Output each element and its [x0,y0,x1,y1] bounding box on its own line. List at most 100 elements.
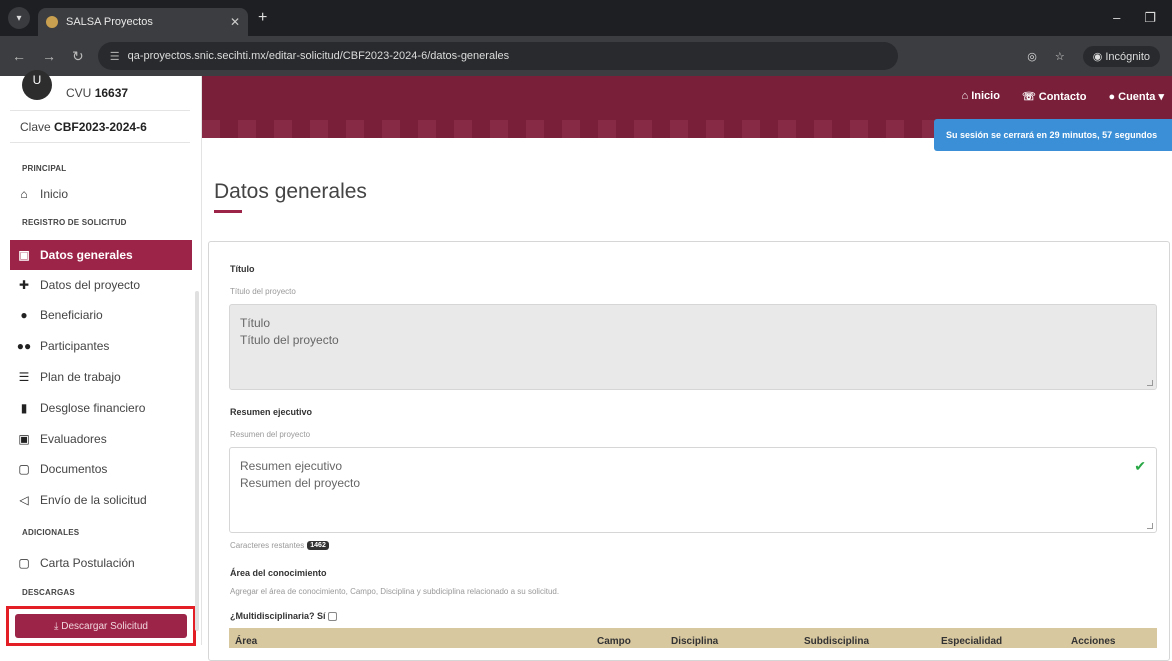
sidebar-item-documentos[interactable]: ▢ Documentos [10,454,192,484]
chars-count-badge: 1462 [307,541,329,550]
url-field[interactable]: ☰ qa-proyectos.snic.secihti.mx/editar-so… [97,42,898,70]
sidebar-item-label: Inicio [40,187,69,201]
sidebar-item-envio[interactable]: ◁ Envío de la solicitud [10,485,192,515]
nav-cuenta-label: Cuenta [1118,91,1156,103]
file-icon: ▢ [18,462,30,476]
sidebar: U CVU 16637 Clave CBF2023-2024-6 PRINCIP… [0,70,202,646]
evaluator-icon: ▣ [18,432,30,446]
minimize-icon[interactable]: – [1113,10,1120,26]
clave: Clave CBF2023-2024-6 [20,120,147,134]
sidebar-item-desglose[interactable]: ▮ Desglose financiero [10,393,192,423]
section-descargas: DESCARGAS [22,588,75,597]
multidisciplinaria-checkbox[interactable] [327,611,337,621]
tab-search-icon[interactable]: ▾ [8,7,30,29]
cvu-value: 16637 [94,86,129,100]
reload-icon[interactable]: ↻ [72,48,84,65]
titulo-textarea[interactable]: Título Título del proyecto [229,304,1157,390]
resumen-textarea[interactable]: Resumen ejecutivo Resumen del proyecto ✔ [229,447,1157,533]
sidebar-item-label: Beneficiario [40,308,103,322]
home-icon: ⌂ [961,90,972,102]
back-icon[interactable]: ← [12,48,26,65]
users-icon: ●● [16,339,32,353]
sidebar-item-carta[interactable]: ▢ Carta Postulación [10,548,192,578]
nav-contacto-label: Contacto [1038,91,1087,103]
bookmark-star-icon[interactable]: ☆ [1055,50,1065,63]
chars-remaining: Caracteres restantes 1462 [230,541,329,550]
avatar[interactable]: U [22,70,52,100]
cvu: CVU 16637 [66,86,128,100]
chars-label: Caracteres restantes [230,541,305,550]
sidebar-item-plan-trabajo[interactable]: ☰ Plan de trabajo [10,362,192,392]
browser-tab-bar: ▾ SALSA Proyectos ✕ + – ❐ [0,0,1172,36]
resumen-line1: Resumen ejecutivo [240,459,343,473]
resize-grip-icon[interactable] [1147,380,1153,386]
download-solicitud-button[interactable]: ⤓ Descargar Solicitud [15,614,187,638]
browser-tab[interactable]: SALSA Proyectos ✕ [38,8,248,36]
user-icon: ● [1108,91,1119,103]
close-tab-icon[interactable]: ✕ [230,15,240,29]
sidebar-item-label: Desglose financiero [40,401,146,415]
user-icon: ● [20,308,28,322]
restore-icon[interactable]: ❐ [1144,10,1156,26]
site-info-icon[interactable]: ☰ [110,50,120,63]
sidebar-item-label: Participantes [40,339,110,353]
col-campo: Campo [597,636,631,647]
list-icon: ☰ [18,370,30,384]
title-underline [214,210,242,213]
col-disciplina: Disciplina [671,636,719,647]
section-principal: PRINCIPAL [22,164,67,173]
forward-icon[interactable]: → [42,48,56,65]
multi-label: ¿Multidisciplinaria? Sí [230,611,326,621]
nav-contacto[interactable]: ☏ Contacto [1022,90,1086,103]
nav-inicio[interactable]: ⌂ Inicio [962,90,1000,103]
address-bar: ← → ↻ ☰ qa-proyectos.snic.secihti.mx/edi… [0,36,1172,76]
file-icon: ▢ [18,556,30,570]
sidebar-item-inicio[interactable]: ⌂ Inicio [10,179,192,209]
sidebar-item-datos-generales[interactable]: ▣ Datos generales [10,240,192,270]
session-timeout-notice: Su sesión se cerrará en 29 minutos, 57 s… [934,119,1172,151]
resize-grip-icon[interactable] [1147,523,1153,529]
top-nav: ⌂ Inicio ☏ Contacto ● Cuenta ▾ [962,90,1164,103]
eye-off-icon[interactable]: ◎ [1027,50,1037,63]
valid-check-icon: ✔ [1134,458,1146,474]
clave-value: CBF2023-2024-6 [54,120,147,134]
sidebar-item-participantes[interactable]: ●● Participantes [10,331,192,361]
page-title: Datos generales [214,180,367,203]
window-controls: – ❐ [1113,10,1172,26]
send-icon: ◁ [19,493,29,507]
sidebar-item-beneficiario[interactable]: ● Beneficiario [10,300,192,330]
incognito-label: Incógnito [1105,50,1150,63]
multidisciplinaria: ¿Multidisciplinaria? Sí [230,611,337,621]
url-text: qa-proyectos.snic.secihti.mx/editar-soli… [127,50,510,62]
section-registro: REGISTRO DE SOLICITUD [22,218,127,227]
sidebar-item-label: Envío de la solicitud [40,493,147,507]
new-tab-icon[interactable]: + [258,9,267,27]
headset-icon: ☏ [1021,91,1039,103]
caret-down-icon: ▾ [1155,91,1164,103]
sidebar-item-label: Datos generales [40,248,133,262]
sidebar-item-datos-proyecto[interactable]: ✚ Datos del proyecto [10,270,192,300]
titulo-line2: Título del proyecto [240,333,339,347]
download-label: Descargar Solicitud [61,620,148,632]
area-hint: Agregar el área de conocimiento, Campo, … [230,587,560,596]
incognito-icon: ◉ [1092,50,1106,63]
incognito-badge[interactable]: ◉ Incógnito [1082,45,1160,67]
titulo-line1: Título [240,316,271,330]
cvu-label: CVU [66,86,92,100]
sidebar-item-label: Datos del proyecto [40,278,141,292]
titulo-label: Título [230,264,255,274]
col-area: Área [235,636,258,647]
nav-cuenta[interactable]: ● Cuenta ▾ [1108,90,1164,103]
divider [10,110,190,111]
area-table-header: Área Campo Disciplina Subdisciplina Espe… [229,628,1157,648]
home-icon: ⌂ [20,187,28,201]
document-icon: ▣ [18,248,30,262]
sidebar-scrollbar[interactable] [195,291,199,631]
sidebar-item-evaluadores[interactable]: ▣ Evaluadores [10,424,192,454]
section-adicionales: ADICIONALES [22,528,80,537]
col-subdisciplina: Subdisciplina [804,636,870,647]
sidebar-item-label: Plan de trabajo [40,370,121,384]
sidebar-item-label: Documentos [40,462,108,476]
resumen-line2: Resumen del proyecto [240,476,361,490]
resumen-hint: Resumen del proyecto [230,430,311,439]
